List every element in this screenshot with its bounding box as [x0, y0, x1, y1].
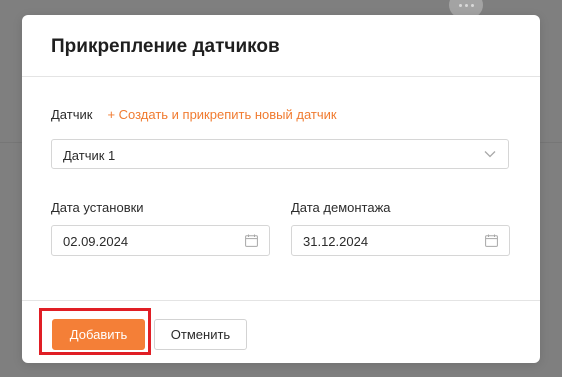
install-date-value: 02.09.2024: [63, 234, 129, 249]
chevron-down-icon: [484, 151, 496, 158]
cancel-button[interactable]: Отменить: [154, 319, 247, 350]
calendar-icon[interactable]: [245, 234, 258, 247]
create-sensor-link[interactable]: + Создать и прикрепить новый датчик: [107, 107, 336, 122]
modal-title: Прикрепление датчиков: [51, 36, 280, 57]
install-date-label: Дата установки: [51, 200, 144, 215]
add-button[interactable]: Добавить: [52, 319, 145, 350]
removal-date-field[interactable]: 31.12.2024: [291, 225, 510, 256]
sensor-row: Датчик + Создать и прикрепить новый датч…: [51, 107, 337, 122]
sensor-label: Датчик: [51, 107, 93, 122]
removal-date-label: Дата демонтажа: [291, 200, 391, 215]
install-date-field[interactable]: 02.09.2024: [51, 225, 270, 256]
modal-footer: Добавить Отменить: [22, 300, 540, 363]
calendar-icon[interactable]: [485, 234, 498, 247]
sensor-select[interactable]: Датчик 1: [51, 139, 509, 169]
removal-date-value: 31.12.2024: [303, 234, 369, 249]
attach-sensors-modal: Прикрепление датчиков Датчик + Создать и…: [22, 15, 540, 363]
modal-header: Прикрепление датчиков: [22, 15, 540, 77]
sensor-select-value: Датчик 1: [63, 148, 116, 163]
